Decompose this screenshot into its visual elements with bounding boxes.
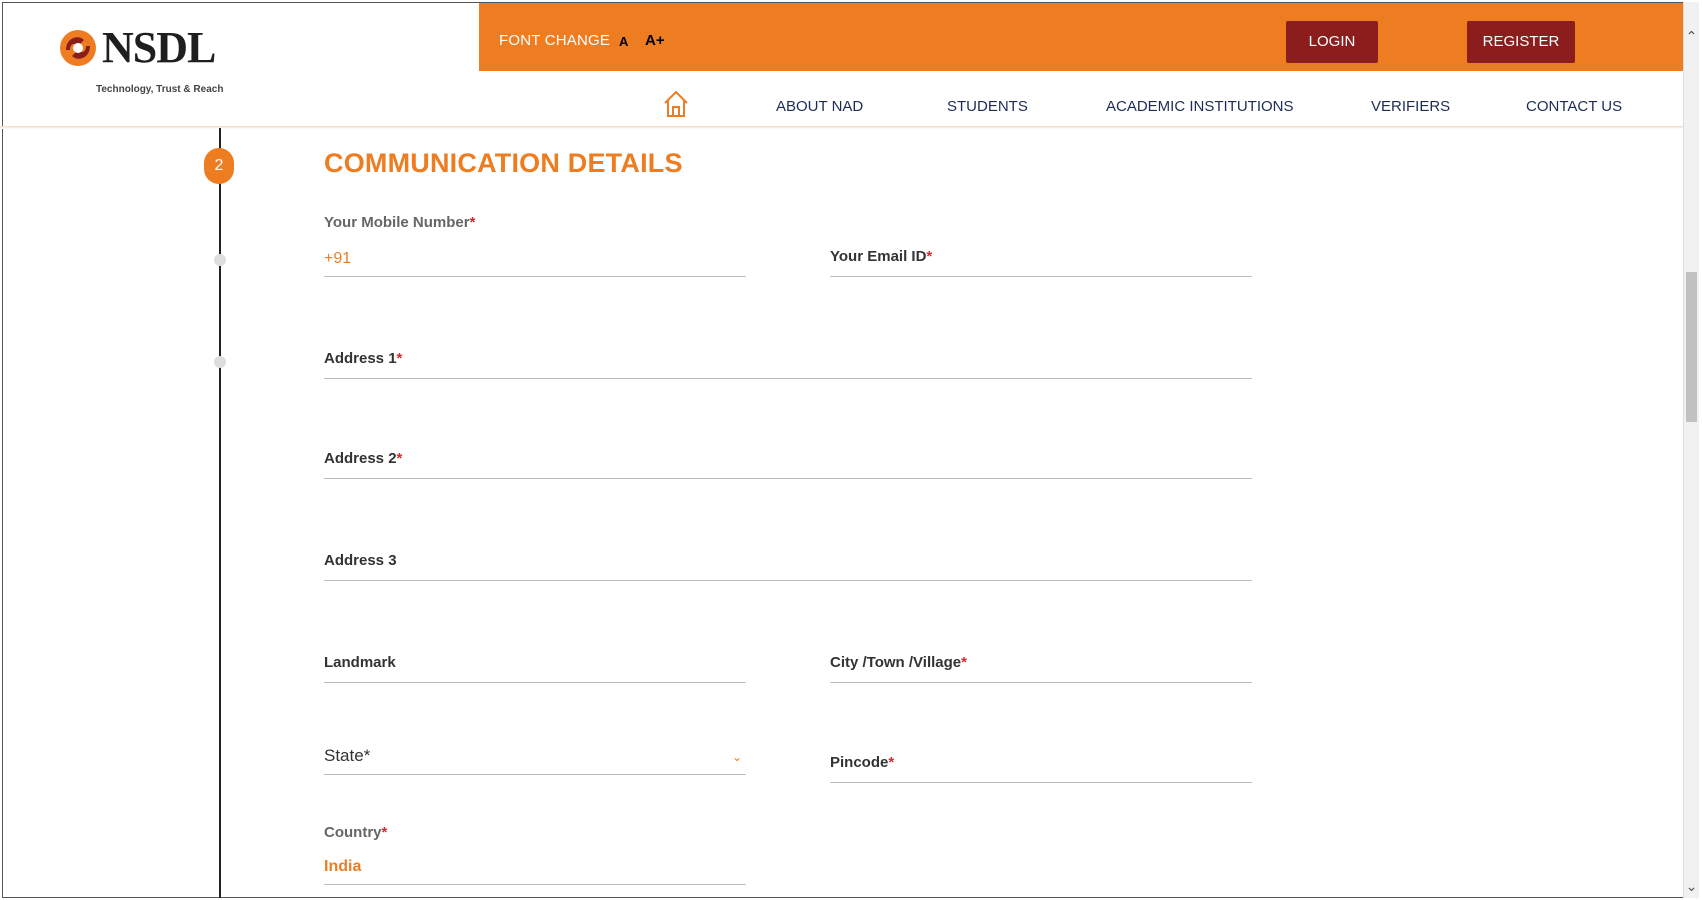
mobile-label: Your Mobile Number* bbox=[324, 214, 476, 231]
nav-item-academic-institutions[interactable]: ACADEMIC INSTITUTIONS bbox=[1106, 98, 1294, 115]
chevron-down-icon: ⌄ bbox=[731, 750, 742, 764]
mobile-number-input[interactable]: +91 bbox=[324, 248, 746, 277]
city-label: City /Town /Village* bbox=[830, 654, 967, 671]
header-divider bbox=[0, 126, 1683, 129]
address2-label: Address 2* bbox=[324, 450, 403, 467]
nav-item-contact-us[interactable]: CONTACT US bbox=[1526, 98, 1622, 115]
stepper-line bbox=[219, 128, 221, 898]
font-change-label: FONT CHANGE bbox=[499, 32, 611, 49]
home-icon[interactable] bbox=[663, 90, 689, 118]
address2-input[interactable]: Address 2* bbox=[324, 450, 1252, 479]
mobile-prefix: +91 bbox=[324, 250, 352, 267]
logo-wordmark: NSDL bbox=[102, 23, 216, 72]
register-button[interactable]: REGISTER bbox=[1467, 21, 1575, 63]
scroll-down-icon[interactable]: ⌄ bbox=[1684, 876, 1699, 896]
page-scrollbar[interactable]: ⌃ ⌄ bbox=[1683, 2, 1699, 898]
pincode-input[interactable]: Pincode* bbox=[830, 754, 1252, 783]
state-select-placeholder: State* bbox=[324, 746, 371, 765]
landmark-label: Landmark bbox=[324, 654, 396, 671]
login-button[interactable]: LOGIN bbox=[1286, 21, 1378, 63]
nav-item-students[interactable]: STUDENTS bbox=[947, 98, 1028, 115]
email-input[interactable]: Your Email ID* bbox=[830, 248, 1252, 277]
nav-item-about-nad[interactable]: ABOUT NAD bbox=[776, 98, 863, 115]
city-input[interactable]: City /Town /Village* bbox=[830, 654, 1252, 683]
address3-input[interactable]: Address 3 bbox=[324, 552, 1252, 581]
state-select[interactable]: State* ⌄ bbox=[324, 746, 746, 775]
scrollbar-thumb[interactable] bbox=[1686, 272, 1697, 422]
stepper-dot bbox=[214, 356, 226, 368]
address1-input[interactable]: Address 1* bbox=[324, 350, 1252, 379]
landmark-input[interactable]: Landmark bbox=[324, 654, 746, 683]
scroll-up-icon[interactable]: ⌃ bbox=[1684, 26, 1699, 46]
section-title: COMMUNICATION DETAILS bbox=[324, 148, 683, 178]
font-decrease-button[interactable]: A bbox=[619, 34, 628, 49]
country-label: Country* bbox=[324, 824, 388, 841]
email-label: Your Email ID* bbox=[830, 248, 933, 265]
country-value: India bbox=[324, 858, 362, 875]
address3-label: Address 3 bbox=[324, 552, 397, 569]
nsdl-logo[interactable]: NSDL Technology, Trust & Reach bbox=[58, 22, 278, 102]
nav-item-verifiers[interactable]: VERIFIERS bbox=[1371, 98, 1450, 115]
stepper-dot bbox=[214, 254, 226, 266]
font-increase-button[interactable]: A+ bbox=[645, 32, 665, 49]
address1-label: Address 1* bbox=[324, 350, 403, 367]
top-bar: FONT CHANGE A A+ LOGIN REGISTER bbox=[479, 3, 1683, 71]
country-input[interactable]: India bbox=[324, 856, 746, 885]
pincode-label: Pincode* bbox=[830, 754, 895, 771]
step-number-badge: 2 bbox=[204, 148, 234, 184]
logo-tagline: Technology, Trust & Reach bbox=[96, 84, 224, 95]
main-nav: ABOUT NAD STUDENTS ACADEMIC INSTITUTIONS… bbox=[0, 90, 1683, 126]
nsdl-logo-icon bbox=[60, 30, 96, 66]
